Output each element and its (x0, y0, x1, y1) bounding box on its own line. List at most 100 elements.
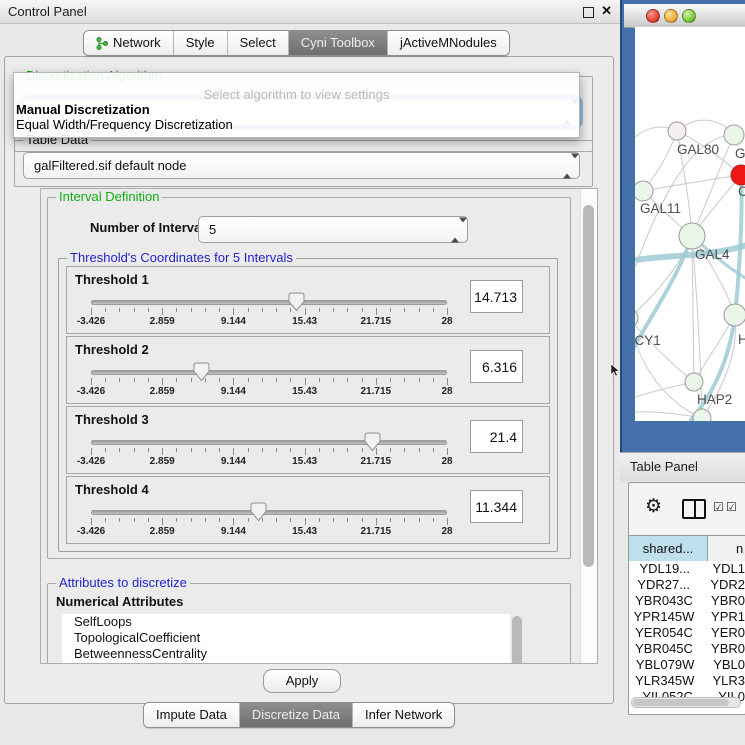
tick-label: -3.426 (77, 526, 105, 537)
table-horizontal-scrollbar[interactable] (631, 697, 741, 708)
attribute-list-item[interactable]: TopologicalCoefficient (62, 630, 510, 646)
cell-shared-name: YDL19... (629, 561, 700, 577)
close-traffic-light-icon[interactable] (646, 9, 660, 23)
tab-label: jActiveMNodules (400, 31, 497, 55)
threshold-panel: Threshold 1-3.4262.8599.14415.4321.71528 (66, 266, 550, 334)
tick-mark (276, 518, 277, 522)
tab-infer-network[interactable]: Infer Network (352, 703, 454, 727)
tick-mark (191, 448, 192, 452)
slider-track[interactable] (91, 510, 447, 515)
tick-mark (290, 518, 291, 522)
slider-track[interactable] (91, 300, 447, 305)
cell-shared-name: YBL079W (629, 657, 701, 673)
network-node[interactable] (668, 122, 686, 140)
close-icon[interactable]: ✕ (601, 3, 612, 19)
table-row[interactable]: YBL079WYBL0 (629, 657, 745, 673)
threshold-panel: Threshold 2-3.4262.8599.14415.4321.71528 (66, 336, 550, 404)
table-row[interactable]: YDR27...YDR2 (629, 577, 745, 593)
tab-select[interactable]: Select (227, 31, 288, 55)
gear-icon[interactable]: ⚙ (645, 497, 662, 516)
tab-discretize-data[interactable]: Discretize Data (239, 703, 352, 727)
threshold-value-input[interactable] (470, 420, 523, 453)
tick-mark (219, 518, 220, 522)
column-header-name[interactable]: n (708, 536, 745, 562)
column-header-shared-name[interactable]: shared... (629, 536, 708, 562)
slider-ticks (91, 378, 447, 386)
tab-label: Impute Data (156, 703, 227, 727)
network-node[interactable] (724, 125, 744, 145)
table-row[interactable]: YBR045CYBR0 (629, 641, 745, 657)
tick-label: 9.144 (221, 386, 246, 397)
tick-mark (376, 518, 377, 525)
table-row[interactable]: YLR345WYLR3 (629, 673, 745, 689)
tick-label: 9.144 (221, 316, 246, 327)
tick-mark (233, 308, 234, 315)
tick-mark (219, 378, 220, 382)
tick-mark (362, 518, 363, 522)
combo-value: galFiltered.sif default node (34, 153, 186, 178)
tab-cyni-toolbox[interactable]: Cyni Toolbox (288, 31, 387, 55)
tick-label: 2.859 (150, 456, 175, 467)
checkbox-icon[interactable]: ☑ (726, 500, 737, 514)
settings-vertical-scrollbar[interactable] (580, 189, 597, 663)
float-window-icon[interactable] (583, 7, 594, 18)
tick-label: 9.144 (221, 526, 246, 537)
tick-label: 21.715 (361, 456, 392, 467)
slider-track[interactable] (91, 370, 447, 375)
slider-track[interactable] (91, 440, 447, 445)
tab-jactivemnodules[interactable]: jActiveMNodules (387, 31, 509, 55)
network-node[interactable] (724, 304, 745, 326)
mouse-cursor (611, 364, 621, 377)
minimize-traffic-light-icon[interactable] (664, 9, 678, 23)
table-row[interactable]: YBR043CYBR0 (629, 593, 745, 609)
scrollbar-thumb[interactable] (633, 699, 729, 706)
tick-mark (276, 448, 277, 452)
tick-mark (248, 518, 249, 522)
attribute-list-item[interactable]: SelfLoops (62, 614, 510, 630)
checkbox-icon[interactable]: ☑ (713, 500, 724, 514)
scrollbar-thumb[interactable] (583, 205, 594, 567)
tick-mark (262, 308, 263, 312)
table-row[interactable]: YDL19...YDL1 (629, 561, 745, 577)
cell-name: YDR2 (698, 577, 745, 593)
tick-mark (433, 448, 434, 452)
attributes-list-scrollbar[interactable] (512, 616, 522, 664)
tick-mark (376, 378, 377, 385)
network-canvas[interactable]: GAL80GACGAL11GAL4GCY1HHAP2 (635, 27, 745, 421)
tick-mark (290, 308, 291, 312)
network-node[interactable] (685, 373, 703, 391)
threshold-value-input[interactable] (470, 280, 523, 313)
tick-mark (333, 448, 334, 452)
threshold-value-input[interactable] (470, 350, 523, 383)
network-node[interactable] (635, 181, 653, 201)
tick-label: 2.859 (150, 526, 175, 537)
tick-label: 28 (441, 386, 452, 397)
number-of-intervals-combobox[interactable]: 5 (198, 216, 468, 243)
tick-label: 21.715 (361, 526, 392, 537)
table-row[interactable]: YPR145WYPR1 (629, 609, 745, 625)
cell-name: YBR0 (699, 593, 745, 609)
apply-button[interactable]: Apply (263, 669, 341, 693)
tab-style[interactable]: Style (173, 31, 227, 55)
tick-label: 21.715 (361, 316, 392, 327)
threshold-value-input[interactable] (470, 490, 523, 523)
attribute-list-item[interactable]: BetweennessCentrality (62, 646, 510, 662)
network-node[interactable] (679, 223, 705, 249)
tick-mark (105, 448, 106, 452)
dropdown-option-equal-width[interactable]: Equal Width/Frequency Discretization (16, 117, 233, 132)
tick-mark (248, 308, 249, 312)
tab-impute-data[interactable]: Impute Data (144, 703, 239, 727)
interval-definition-group: Interval Definition Number of Intervals … (47, 197, 571, 559)
zoom-traffic-light-icon[interactable] (682, 9, 696, 23)
tick-mark (404, 378, 405, 382)
dropdown-option-manual[interactable]: Manual Discretization (16, 102, 150, 117)
split-columns-icon[interactable] (682, 499, 706, 519)
tab-network[interactable]: Network (84, 31, 173, 55)
table-row[interactable]: YER054CYER0 (629, 625, 745, 641)
table-data-combobox[interactable]: galFiltered.sif default node (23, 152, 580, 179)
tick-mark (134, 448, 135, 452)
threshold-label: Threshold 1 (75, 272, 149, 287)
tick-mark (433, 518, 434, 522)
slider-ticks (91, 448, 447, 456)
tick-mark (205, 448, 206, 452)
